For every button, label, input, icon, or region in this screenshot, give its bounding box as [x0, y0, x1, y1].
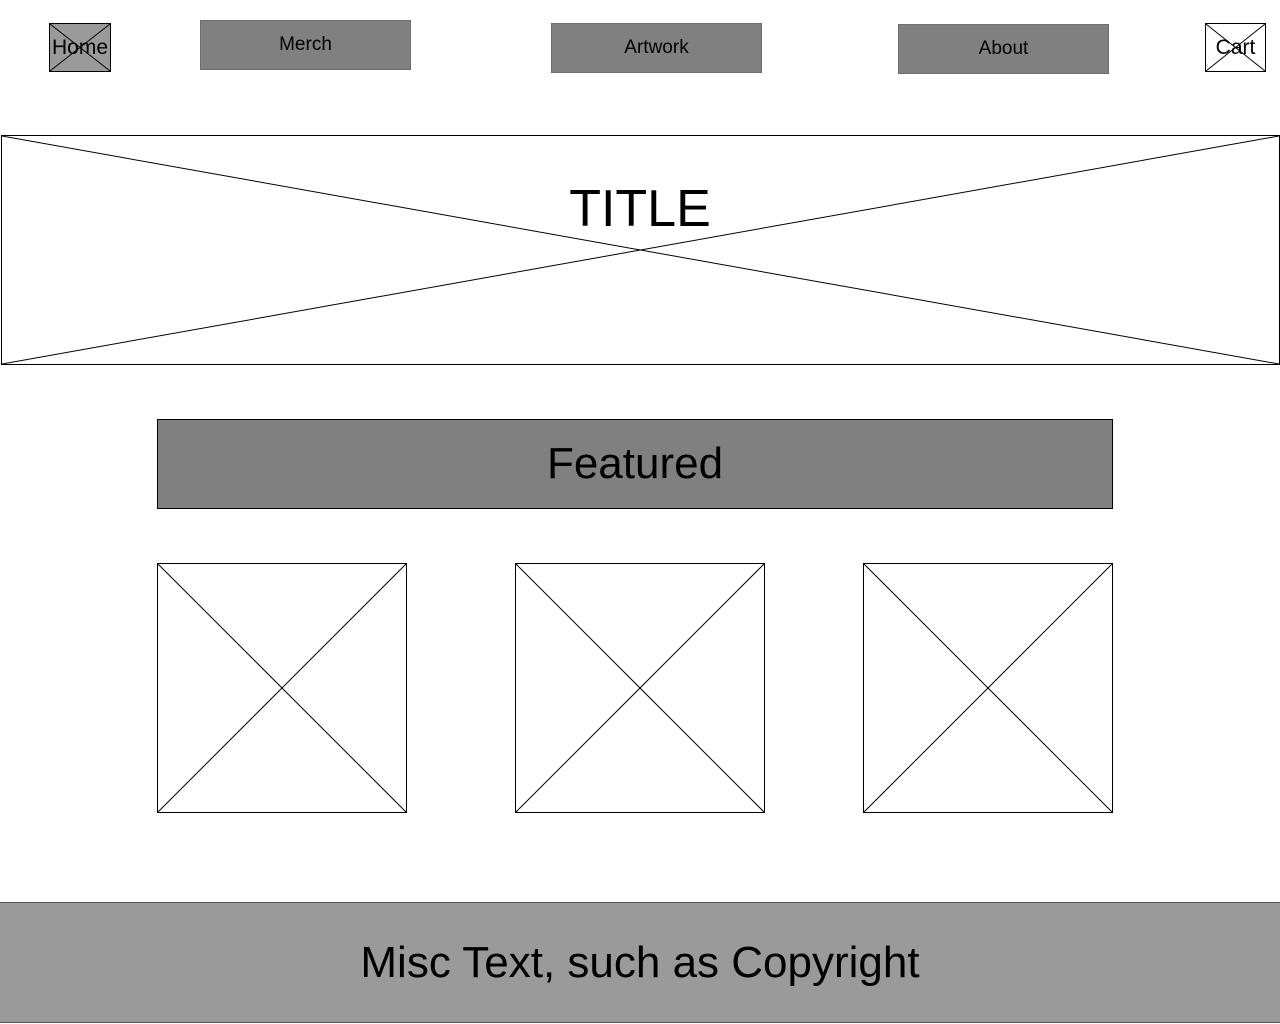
hero-image-placeholder-icon	[2, 136, 1279, 364]
cart-button[interactable]: Cart	[1205, 23, 1266, 72]
home-button[interactable]: Home	[49, 23, 111, 72]
featured-item-1[interactable]	[157, 563, 407, 813]
image-placeholder-icon	[158, 564, 406, 812]
home-label: Home	[51, 35, 109, 59]
about-button[interactable]: About	[898, 24, 1109, 74]
page-title: TITLE	[569, 180, 711, 238]
merch-label: Merch	[279, 34, 332, 55]
featured-heading-bar: Featured	[157, 419, 1113, 509]
featured-heading: Featured	[546, 439, 724, 488]
featured-item-3[interactable]	[863, 563, 1113, 813]
cart-label: Cart	[1215, 35, 1256, 59]
image-placeholder-icon	[516, 564, 764, 812]
merch-button[interactable]: Merch	[200, 20, 411, 70]
artwork-button[interactable]: Artwork	[551, 23, 762, 73]
featured-item-2[interactable]	[515, 563, 765, 813]
artwork-label: Artwork	[624, 37, 689, 58]
hero-banner	[1, 135, 1280, 365]
image-placeholder-icon	[864, 564, 1112, 812]
about-label: About	[978, 38, 1029, 59]
footer: Misc Text, such as Copyright	[0, 902, 1280, 1023]
footer-text: Misc Text, such as Copyright	[360, 937, 920, 987]
